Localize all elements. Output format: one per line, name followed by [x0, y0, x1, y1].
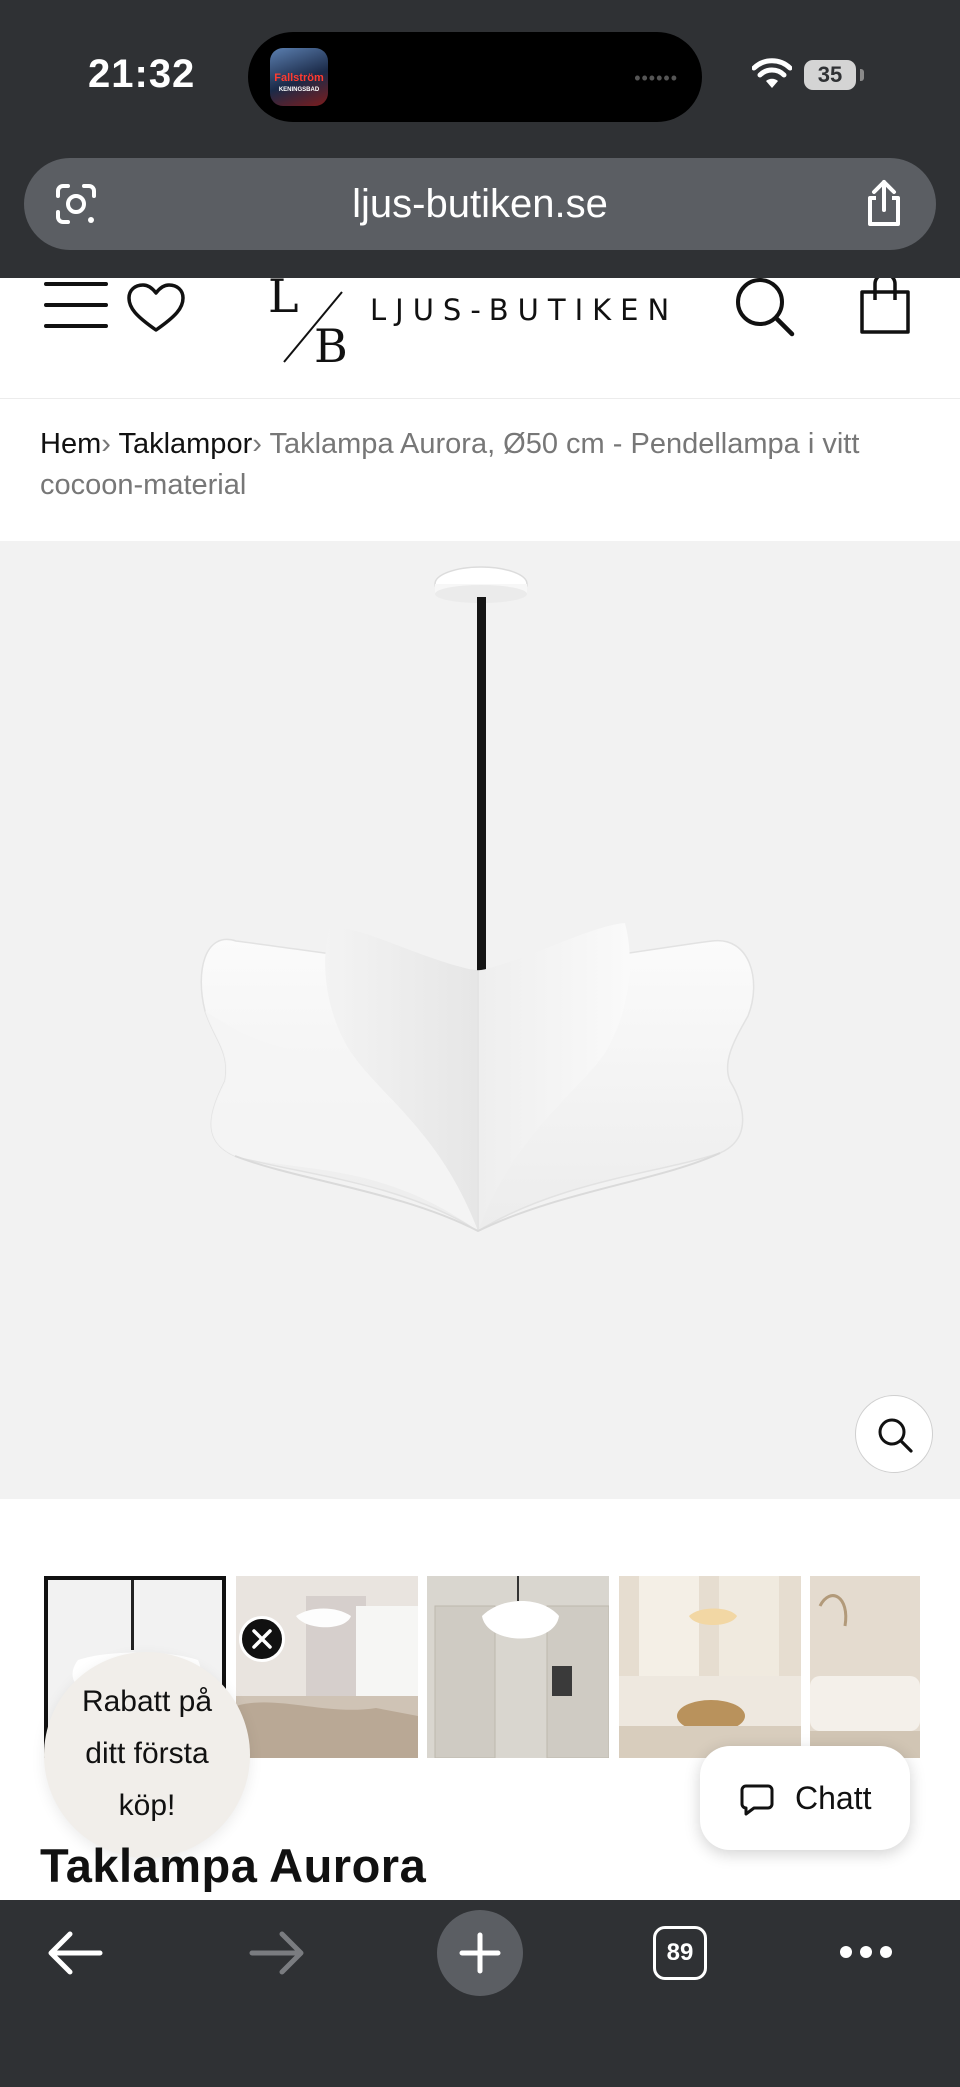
new-tab-button[interactable] — [437, 1910, 523, 1996]
thumbnail-5[interactable] — [810, 1576, 920, 1758]
zoom-button[interactable] — [855, 1395, 933, 1473]
site-logo-text[interactable]: LJUS-BUTIKEN — [370, 293, 690, 327]
browser-top-chrome: 21:32 Fallström KENINGSBAD •••••• 35 lju… — [0, 0, 960, 278]
thumbnail-3[interactable] — [427, 1576, 609, 1758]
cart-bag-icon[interactable] — [856, 278, 914, 336]
breadcrumb: Hem› Taklampor› Taklampa Aurora, Ø50 cm … — [40, 424, 920, 506]
chat-label: Chatt — [795, 1780, 872, 1816]
search-icon[interactable] — [734, 278, 796, 338]
back-arrow-icon[interactable] — [46, 1928, 104, 1978]
browser-bottom-toolbar: 89 — [0, 1900, 960, 2087]
more-menu-icon[interactable] — [838, 1944, 894, 1960]
thumbnail-2[interactable] — [236, 1576, 418, 1758]
site-logo-monogram[interactable]: L B — [262, 278, 362, 370]
app-icon-subtitle: KENINGSBAD — [278, 87, 320, 93]
battery-cap — [860, 69, 864, 81]
site-header: L B LJUS-BUTIKEN — [0, 278, 960, 399]
wishlist-heart-icon[interactable] — [126, 282, 186, 334]
thumbnail-4[interactable] — [619, 1576, 801, 1758]
live-activity-app-icon[interactable]: Fallström KENINGSBAD — [270, 48, 328, 106]
discount-promo-bubble[interactable]: Rabatt på ditt första köp! — [44, 1652, 250, 1858]
breadcrumb-category-link[interactable]: Taklampor — [118, 428, 252, 460]
promo-close-button[interactable] — [239, 1616, 285, 1662]
status-time: 21:32 — [88, 52, 196, 96]
address-bar[interactable]: ljus-butiken.se — [24, 158, 936, 250]
forward-arrow-icon[interactable] — [248, 1928, 306, 1978]
plus-icon — [459, 1932, 501, 1974]
menu-icon[interactable] — [44, 278, 108, 334]
tabs-count-button[interactable]: 89 — [653, 1926, 707, 1980]
chat-button[interactable]: Chatt — [700, 1746, 910, 1850]
dynamic-island[interactable]: Fallström KENINGSBAD •••••• — [248, 32, 702, 122]
thumbnail-sofa-image — [810, 1576, 920, 1758]
chat-bubble-icon — [740, 1784, 774, 1816]
svg-text:B: B — [314, 319, 348, 370]
breadcrumb-separator: › — [101, 428, 111, 460]
product-main-image[interactable] — [0, 541, 960, 1499]
share-icon[interactable] — [862, 178, 906, 230]
pendant-lamp-image — [200, 566, 755, 1233]
breadcrumb-separator: › — [252, 428, 262, 460]
island-dots-icon: •••••• — [634, 68, 678, 88]
camera-lens-icon[interactable] — [52, 182, 100, 226]
thumbnail-wardrobe-image — [427, 1576, 609, 1758]
promo-line-2: ditt första — [85, 1737, 209, 1770]
close-icon — [252, 1629, 272, 1649]
battery-indicator: 35 — [804, 60, 856, 90]
svg-text:L: L — [268, 278, 299, 323]
wifi-icon — [752, 58, 792, 88]
product-title: Taklampa Aurora — [40, 1839, 427, 1892]
thumbnail-bedroom-image — [236, 1576, 418, 1758]
url-text[interactable]: ljus-butiken.se — [144, 158, 816, 250]
thumbnail-living-room-image — [619, 1576, 801, 1758]
promo-line-1: Rabatt på — [81, 1685, 213, 1718]
promo-line-3: köp! — [118, 1789, 176, 1822]
app-icon-title: Fallström — [274, 72, 324, 84]
zoom-search-icon — [878, 1418, 913, 1453]
breadcrumb-home-link[interactable]: Hem — [40, 428, 101, 460]
